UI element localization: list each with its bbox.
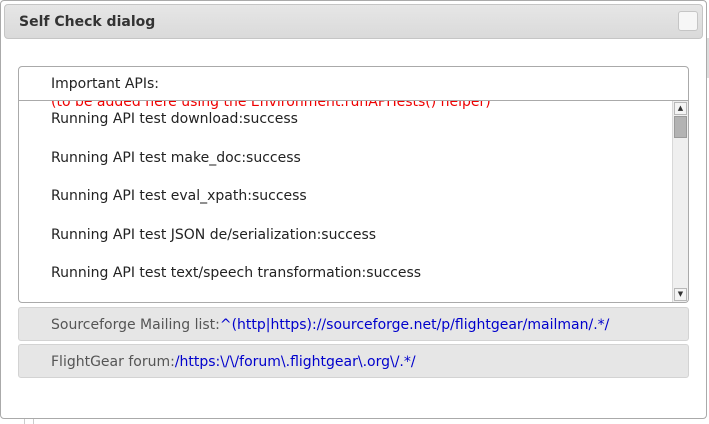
- log-line: Running API test download:success: [51, 111, 298, 127]
- forum-link[interactable]: /https:\/\/forum\.flightgear\.org\/.*/: [175, 354, 416, 370]
- arrow-down-icon[interactable]: ▼: [674, 288, 687, 301]
- close-icon[interactable]: [678, 11, 698, 31]
- dialog-title: Self Check dialog: [19, 14, 156, 30]
- log-line-partial: (to be added here using the Environment.…: [51, 101, 491, 110]
- mailing-list-link[interactable]: ^(http|https)://sourceforge.net/p/flight…: [220, 317, 610, 333]
- api-log-area[interactable]: (to be added here using the Environment.…: [19, 101, 671, 302]
- vertical-scrollbar[interactable]: ▲ ▼: [672, 101, 688, 302]
- mailing-list-label-group: Sourceforge Mailing list:^(http|https):/…: [51, 317, 609, 333]
- scrollbar-thumb[interactable]: [674, 116, 687, 138]
- log-line: Running API test make_doc:success: [51, 150, 301, 166]
- forum-label: FlightGear forum:: [51, 354, 175, 370]
- log-line: Running API test eval_xpath:success: [51, 188, 307, 204]
- dialog-titlebar[interactable]: Self Check dialog: [4, 4, 703, 39]
- log-line: Running API test text/speech transformat…: [51, 265, 422, 281]
- api-panel-title: Important APIs:: [51, 76, 160, 92]
- forum-label-group: FlightGear forum:/https:\/\/forum\.fligh…: [51, 354, 416, 370]
- api-panel-header: Important APIs:: [19, 67, 688, 101]
- arrow-up-icon[interactable]: ▲: [674, 102, 687, 115]
- log-line: Running API test JSON de/serialization:s…: [51, 227, 377, 243]
- api-test-panel: Important APIs: (to be added here using …: [18, 66, 689, 303]
- forum-row[interactable]: FlightGear forum:/https:\/\/forum\.fligh…: [18, 344, 689, 378]
- background-divider: [24, 419, 34, 424]
- mailing-list-label: Sourceforge Mailing list:: [51, 317, 220, 333]
- mailing-list-row[interactable]: Sourceforge Mailing list:^(http|https):/…: [18, 307, 689, 341]
